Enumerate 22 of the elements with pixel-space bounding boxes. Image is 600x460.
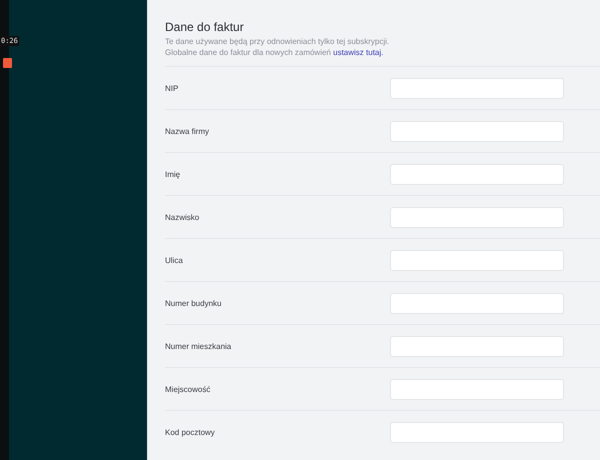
input-field[interactable]: [390, 206, 564, 228]
input-field[interactable]: [390, 164, 564, 184]
field-label: Kod pocztowy: [165, 428, 216, 436]
input-field[interactable]: [390, 120, 564, 142]
input-field[interactable]: [390, 78, 564, 98]
field-label: Numer budynku: [165, 298, 222, 308]
input-field[interactable]: [390, 336, 564, 356]
field-label: Ulica: [165, 256, 184, 264]
field-label: Nazwisko: [165, 212, 200, 222]
field-label: Imię: [165, 170, 182, 178]
field-label: Nazwa firmy: [165, 126, 210, 136]
stop-recording-icon[interactable]: [3, 58, 12, 68]
section-description: Te dane używane będą przy odnowieniach tylko tej subskrypcji. Globalne dane do faktur dla nowych zamówień ustawisz tutaj.: [165, 36, 390, 58]
input-field[interactable]: [390, 250, 564, 270]
field-label: Numer mieszkania: [165, 342, 232, 350]
input-field[interactable]: [390, 422, 564, 442]
input-field[interactable]: [390, 292, 564, 314]
input-field[interactable]: [390, 378, 564, 400]
field-label: NIP: [165, 84, 180, 92]
field-label: Miejscowość: [165, 384, 212, 394]
section-title: Dane do faktur: [165, 20, 245, 34]
settings-link[interactable]: ustawisz tutaj.: [333, 48, 384, 57]
